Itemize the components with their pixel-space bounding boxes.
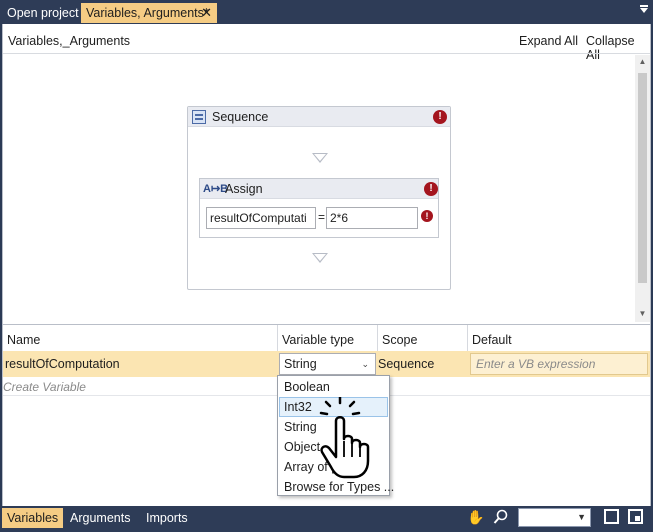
sequence-header[interactable]: Sequence !	[188, 107, 450, 127]
designer-bottom-bar: Variables Arguments Imports ✋ ▼	[0, 506, 653, 532]
zoom-icon[interactable]	[493, 509, 509, 525]
tab-variables-arguments[interactable]: Variables, Arguments* ✕	[81, 3, 217, 23]
variable-name-cell[interactable]: resultOfComputation	[3, 351, 277, 377]
fit-screen-icon[interactable]	[604, 509, 619, 524]
overview-icon[interactable]	[628, 509, 643, 524]
divider	[3, 53, 650, 54]
table-row[interactable]: resultOfComputation String ⌄ Sequence En…	[3, 351, 650, 377]
hand-cursor-icon	[319, 397, 370, 479]
equals-sign: =	[318, 210, 326, 224]
variable-type-select[interactable]: String ⌄	[279, 353, 376, 375]
sequence-activity[interactable]: Sequence ! A↦B Assign ! resultOfComputat…	[187, 106, 451, 290]
pan-icon[interactable]: ✋	[467, 509, 484, 526]
sequence-title: Sequence	[212, 110, 269, 124]
expand-all-button[interactable]: Expand All	[519, 34, 578, 48]
error-icon: !	[433, 110, 447, 124]
create-variable-link[interactable]: Create Variable	[3, 380, 86, 394]
scroll-up-icon[interactable]: ▲	[635, 55, 650, 69]
column-header-scope[interactable]: Scope	[378, 325, 468, 351]
close-icon[interactable]: ✕	[201, 3, 212, 23]
assign-value-field[interactable]: 2*6	[326, 207, 418, 229]
breadcrumb[interactable]: Variables,_Arguments	[8, 34, 130, 48]
arguments-tab[interactable]: Arguments	[65, 508, 135, 528]
variable-default-field[interactable]: Enter a VB expression	[470, 353, 648, 375]
variables-tab[interactable]: Variables	[2, 508, 64, 528]
workflow-designer: Variables,_Arguments Expand All Collapse…	[2, 24, 651, 324]
chevron-down-icon[interactable]: ▼	[577, 512, 586, 522]
document-tab-strip: Open project Variables, Arguments* ✕	[0, 0, 653, 24]
error-icon: !	[421, 210, 433, 222]
column-header-variable-type[interactable]: Variable type	[278, 325, 378, 351]
column-header-default[interactable]: Default	[468, 325, 650, 351]
variable-scope-cell[interactable]: Sequence	[378, 351, 468, 377]
assign-header[interactable]: A↦B Assign !	[200, 179, 438, 199]
variable-type-value: String	[284, 357, 317, 371]
column-header-name[interactable]: Name	[3, 325, 278, 351]
error-icon: !	[424, 182, 438, 196]
tab-open-project[interactable]: Open project	[2, 3, 80, 23]
chevron-down-icon[interactable]: ⌄	[361, 354, 369, 374]
tab-list-menu-icon[interactable]	[639, 5, 649, 13]
scroll-down-icon[interactable]: ▼	[635, 307, 650, 321]
drop-target-arrow[interactable]	[312, 153, 328, 163]
sequence-icon	[192, 110, 206, 124]
dropdown-option-boolean[interactable]: Boolean	[279, 377, 388, 397]
tab-label: Variables, Arguments*	[86, 6, 209, 20]
vertical-scrollbar[interactable]: ▲ ▼	[635, 55, 650, 322]
assign-to-field[interactable]: resultOfComputati	[206, 207, 316, 229]
zoom-level-select[interactable]: ▼	[518, 508, 591, 527]
tab-label: Open project	[7, 6, 79, 20]
assign-title: Assign	[225, 182, 263, 196]
scrollbar-thumb[interactable]	[638, 73, 647, 283]
imports-tab[interactable]: Imports	[141, 508, 193, 528]
drop-target-arrow[interactable]	[312, 253, 328, 263]
assign-activity[interactable]: A↦B Assign ! resultOfComputati = 2*6 !	[199, 178, 439, 238]
